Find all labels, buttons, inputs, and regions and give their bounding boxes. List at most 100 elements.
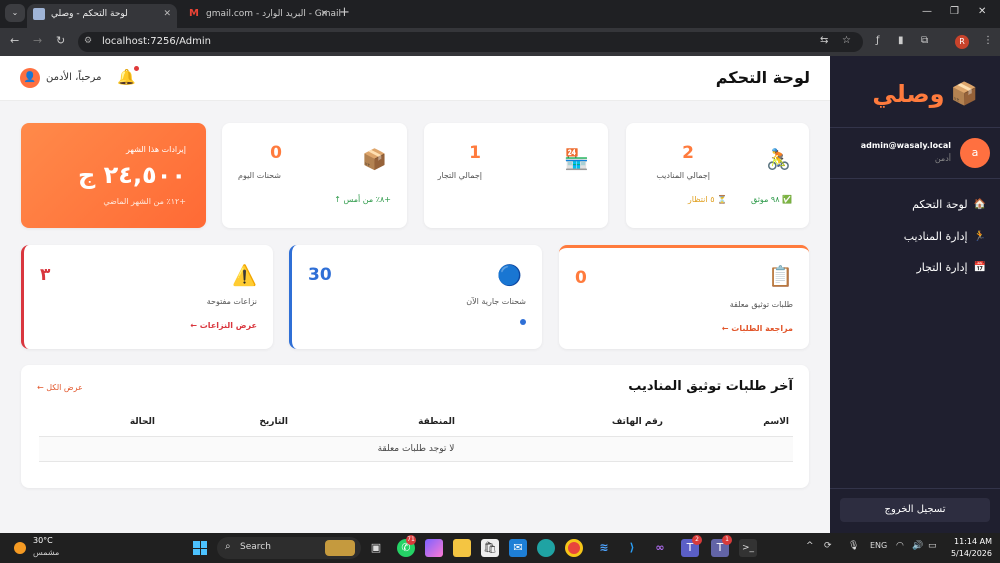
home-icon: 🏠 bbox=[973, 198, 986, 210]
teams-chat-badge: 1 bbox=[722, 535, 732, 545]
view-all-link[interactable]: عرض الكل ← bbox=[37, 383, 83, 392]
bookmark-star-icon[interactable]: ☆ bbox=[842, 35, 851, 46]
today-shipments-change: +٨٪ من أمس ↑ bbox=[334, 195, 391, 204]
extensions-icon[interactable]: ⧉ bbox=[921, 35, 928, 46]
jira-icon[interactable]: ≋ bbox=[595, 539, 613, 557]
couriers-pending-text: ٥ انتظار bbox=[687, 195, 715, 204]
store-app-icon[interactable]: 🛍 bbox=[481, 539, 499, 557]
review-requests-link[interactable]: مراجعة الطلبات ← bbox=[722, 324, 793, 333]
back-icon[interactable]: ← bbox=[10, 34, 19, 47]
mail-icon[interactable]: ✉ bbox=[509, 539, 527, 557]
verification-requests-table-card: آخر طلبات توثيق المناديب عرض الكل ← الاس… bbox=[21, 365, 809, 488]
page-title: لوحة التحكم bbox=[715, 68, 810, 87]
column-header-status: الحالة bbox=[129, 417, 155, 427]
logout-button[interactable]: تسجيل الخروج bbox=[840, 498, 990, 522]
search-label: Search bbox=[240, 542, 271, 552]
tab-gmail[interactable]: M gmail.com - البريد الوارد - Gmail ✕ bbox=[182, 4, 341, 28]
brand-name: وصلي bbox=[872, 80, 945, 108]
user-avatar: a bbox=[960, 138, 990, 168]
visual-studio-icon[interactable]: ∞ bbox=[651, 539, 669, 557]
new-tab-button[interactable]: + bbox=[339, 5, 350, 20]
column-header-date: التاريخ bbox=[259, 417, 288, 427]
menu-icon[interactable]: ⋮ bbox=[983, 35, 993, 46]
column-header-region: المنطقة bbox=[418, 417, 455, 427]
today-shipments-label: شحنات اليوم bbox=[238, 171, 281, 180]
cyclist-icon: 🚴 bbox=[766, 147, 791, 171]
reload-icon[interactable]: ↻ bbox=[56, 34, 65, 47]
pending-verifications-label: طلبات توثيق معلقة bbox=[729, 300, 793, 309]
mic-muted-icon[interactable]: 🎙 bbox=[848, 541, 859, 551]
bell-icon[interactable]: 🔔 bbox=[117, 68, 136, 86]
sidebar-divider bbox=[830, 488, 1000, 489]
open-disputes-card: ⚠️ ٣ نزاعات مفتوحة عرض النزاعات ← bbox=[21, 245, 273, 349]
tab-admin-dashboard[interactable]: لوحة التحكم - وصلي ✕ bbox=[27, 4, 177, 28]
copilot-icon[interactable] bbox=[425, 539, 443, 557]
globe-icon: 🔵 bbox=[497, 263, 522, 287]
edge-icon[interactable] bbox=[537, 539, 555, 557]
couriers-pending: ⏳ ٥ انتظار bbox=[687, 195, 727, 204]
close-tab-icon[interactable]: ✕ bbox=[163, 4, 171, 24]
main-content: لوحة التحكم 👤 مرحباً، الأدمن 🔔 🚴 2 إجمال… bbox=[0, 56, 830, 533]
warning-icon: ⚠️ bbox=[232, 263, 257, 287]
terminal-icon[interactable]: >_ bbox=[739, 539, 757, 557]
teams-badge: 2 bbox=[692, 535, 702, 545]
live-indicator-dot bbox=[520, 319, 526, 325]
restore-icon[interactable]: ❐ bbox=[950, 6, 959, 17]
merchants-label: إجمالي التجار bbox=[437, 171, 482, 180]
clock-time: 11:14 AM bbox=[954, 537, 992, 546]
language-indicator[interactable]: ENG bbox=[870, 541, 887, 550]
search-highlight-icon bbox=[325, 540, 355, 556]
extension-doc-icon[interactable]: ▮ bbox=[898, 35, 904, 46]
sidebar-item-merchants[interactable]: 📅 إدارة التجار bbox=[916, 258, 986, 276]
url-text: localhost:7256/Admin bbox=[102, 36, 211, 47]
today-shipments-card: 📦 0 شحنات اليوم +٨٪ من أمس ↑ bbox=[222, 123, 407, 228]
sun-icon[interactable] bbox=[14, 542, 26, 554]
table-row-divider bbox=[39, 461, 793, 462]
couriers-verified: ✅ ٩٨ موثق bbox=[751, 195, 792, 204]
open-disputes-label: نزاعات مفتوحة bbox=[206, 297, 257, 306]
browser-toolbar: ← → ↻ ⚙ localhost:7256/Admin ⇆ ☆ ƒ ▮ ⧉ ⋮ bbox=[0, 28, 1000, 56]
merchants-count: 1 bbox=[469, 143, 481, 163]
function-icon[interactable]: ƒ bbox=[876, 35, 880, 46]
box-icon: 📦 bbox=[362, 147, 387, 171]
show-hidden-icons[interactable]: ^ bbox=[806, 541, 814, 551]
active-shipments-label: شحنات جارية الآن bbox=[466, 297, 526, 306]
vscode-icon[interactable]: ⟩ bbox=[623, 539, 641, 557]
forward-icon[interactable]: → bbox=[33, 34, 42, 47]
address-bar[interactable]: ⚙ localhost:7256/Admin ⇆ ☆ bbox=[78, 32, 863, 52]
battery-icon[interactable]: ▭ bbox=[928, 541, 937, 551]
system-clock[interactable]: 11:14 AM 5/14/2026 bbox=[950, 536, 992, 560]
minimize-icon[interactable]: — bbox=[922, 6, 932, 17]
windows-taskbar: 30°C مشمس ⌕ Search ▣ ✆ 71 🛍 ✉ ≋ ⟩ ∞ T 2 … bbox=[0, 533, 1000, 563]
profile-avatar[interactable]: R bbox=[955, 35, 969, 49]
sync-icon[interactable]: ⟳ bbox=[824, 541, 832, 551]
sidebar-item-label: لوحة التحكم bbox=[912, 197, 968, 211]
volume-icon[interactable]: 🔊 bbox=[912, 541, 923, 551]
taskbar-search[interactable]: ⌕ Search bbox=[217, 537, 361, 559]
wifi-icon[interactable]: ◠ bbox=[896, 541, 904, 551]
chrome-icon[interactable] bbox=[565, 539, 583, 557]
today-shipments-count: 0 bbox=[270, 143, 282, 163]
weather-condition: مشمس bbox=[33, 548, 60, 557]
windows-start-icon[interactable] bbox=[193, 541, 207, 555]
close-window-icon[interactable]: ✕ bbox=[978, 6, 986, 17]
sidebar-item-couriers[interactable]: 🏃 إدارة المناديب bbox=[904, 227, 986, 245]
couriers-count: 2 bbox=[682, 143, 694, 163]
user-email: admin@wasaly.local bbox=[860, 141, 951, 150]
tab-search-button[interactable]: ⌄ bbox=[5, 4, 25, 22]
couriers-stat-card: 🚴 2 إجمالي المناديب ✅ ٩٨ موثق ⏳ ٥ انتظار bbox=[626, 123, 809, 228]
merchants-stat-card: 🏪 1 إجمالي التجار bbox=[424, 123, 608, 228]
view-disputes-link[interactable]: عرض النزاعات ← bbox=[190, 321, 257, 330]
task-view-icon[interactable]: ▣ bbox=[367, 539, 385, 557]
empty-state-row: لا توجد طلبات معلقة bbox=[39, 437, 793, 461]
site-info-icon[interactable]: ⚙ bbox=[84, 36, 92, 46]
sidebar-item-dashboard[interactable]: 🏠 لوحة التحكم bbox=[912, 195, 986, 213]
admin-avatar-icon[interactable]: 👤 bbox=[20, 68, 40, 88]
translate-icon[interactable]: ⇆ bbox=[820, 35, 828, 46]
brand-logo[interactable]: 📦 وصلي bbox=[872, 78, 978, 110]
tab-title-gmail-suffix: gmail.com - bbox=[206, 9, 263, 19]
file-explorer-icon[interactable] bbox=[453, 539, 471, 557]
close-tab-icon[interactable]: ✕ bbox=[320, 4, 328, 24]
sidebar: 📦 وصلي a admin@wasaly.local أدمن 🏠 لوحة … bbox=[830, 56, 1000, 533]
pending-verifications-count: 0 bbox=[575, 268, 587, 288]
